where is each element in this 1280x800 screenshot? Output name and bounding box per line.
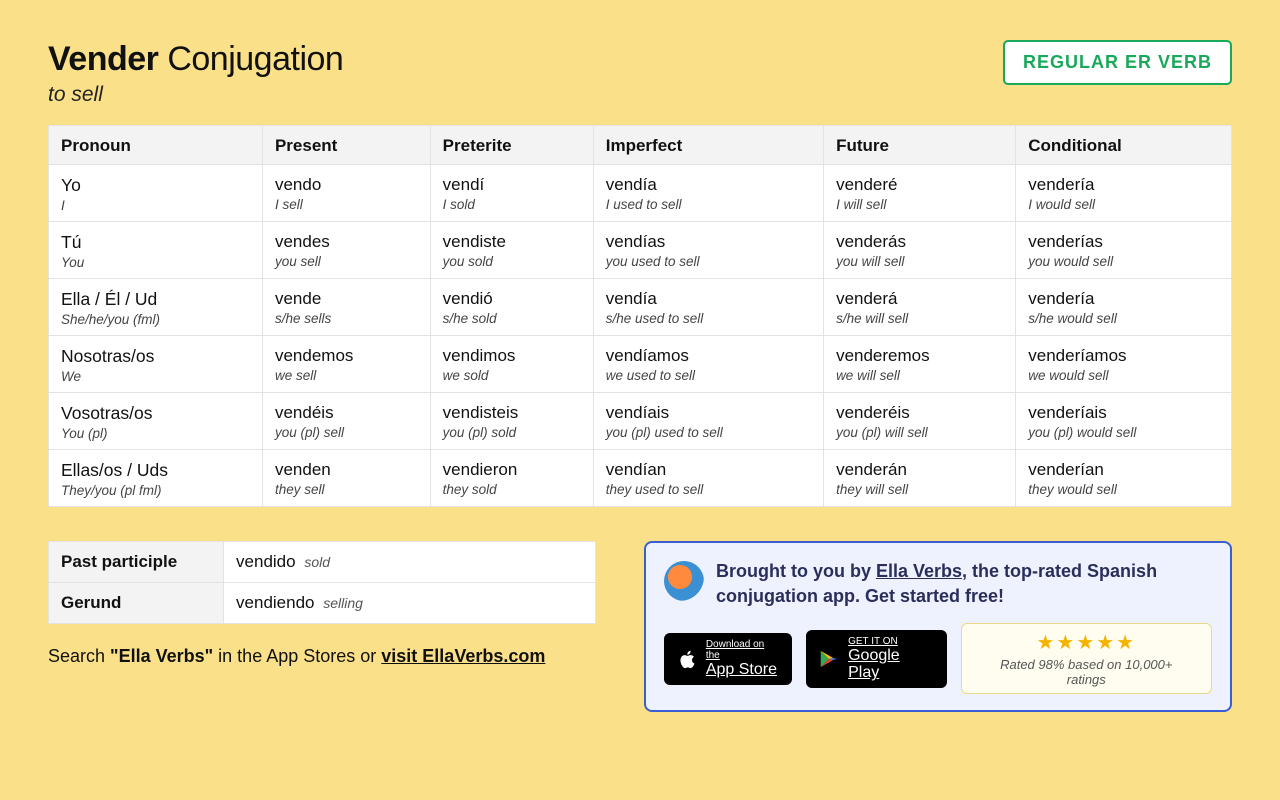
cell-imperfect: vendíanthey used to sell bbox=[593, 450, 823, 507]
cell-future: venderásyou will sell bbox=[824, 222, 1016, 279]
rating-text: Rated 98% based on 10,000+ ratings bbox=[980, 657, 1193, 687]
promo-card: Brought to you by Ella Verbs, the top-ra… bbox=[644, 541, 1232, 712]
search-instruction: Search "Ella Verbs" in the App Stores or… bbox=[48, 646, 596, 667]
participles-table: Past participle vendido sold Gerund vend… bbox=[48, 541, 596, 624]
col-present: Present bbox=[262, 126, 430, 165]
play-icon bbox=[818, 648, 840, 670]
ella-verbs-link[interactable]: Ella Verbs bbox=[876, 561, 962, 581]
cell-imperfect: vendíaI used to sell bbox=[593, 165, 823, 222]
cell-pronoun: YoI bbox=[49, 165, 263, 222]
cell-present: vendoI sell bbox=[262, 165, 430, 222]
col-imperfect: Imperfect bbox=[593, 126, 823, 165]
gerund-row: Gerund vendiendo selling bbox=[49, 583, 596, 624]
cell-preterite: vendieronthey sold bbox=[430, 450, 593, 507]
cell-conditional: venderíaisyou (pl) would sell bbox=[1016, 393, 1232, 450]
table-header-row: Pronoun Present Preterite Imperfect Futu… bbox=[49, 126, 1232, 165]
cell-preterite: vendiós/he sold bbox=[430, 279, 593, 336]
cell-future: venderás/he will sell bbox=[824, 279, 1016, 336]
table-row: Vosotras/osYou (pl)vendéisyou (pl) sellv… bbox=[49, 393, 1232, 450]
cell-conditional: venderías/he would sell bbox=[1016, 279, 1232, 336]
cell-conditional: venderíasyou would sell bbox=[1016, 222, 1232, 279]
left-column: Past participle vendido sold Gerund vend… bbox=[48, 541, 596, 667]
cell-conditional: venderíaI would sell bbox=[1016, 165, 1232, 222]
conjugation-table: Pronoun Present Preterite Imperfect Futu… bbox=[48, 125, 1232, 507]
star-icons: ★★★★★ bbox=[980, 630, 1193, 655]
verb-type-badge: REGULAR ER VERB bbox=[1003, 40, 1232, 85]
app-logo-icon bbox=[664, 561, 704, 601]
cell-imperfect: vendíaisyou (pl) used to sell bbox=[593, 393, 823, 450]
cell-pronoun: TúYou bbox=[49, 222, 263, 279]
cell-imperfect: vendíamoswe used to sell bbox=[593, 336, 823, 393]
promo-bottom: Download on theApp Store GET IT ONGoogle… bbox=[664, 623, 1212, 694]
table-row: YoIvendoI sellvendíI soldvendíaI used to… bbox=[49, 165, 1232, 222]
cell-future: venderánthey will sell bbox=[824, 450, 1016, 507]
past-participle-row: Past participle vendido sold bbox=[49, 542, 596, 583]
rating-box: ★★★★★ Rated 98% based on 10,000+ ratings bbox=[961, 623, 1212, 694]
lower-section: Past participle vendido sold Gerund vend… bbox=[48, 541, 1232, 712]
title-block: Vender Conjugation to sell bbox=[48, 40, 343, 107]
gerund-value: vendiendo selling bbox=[224, 583, 596, 624]
promo-top: Brought to you by Ella Verbs, the top-ra… bbox=[664, 559, 1212, 609]
table-row: Nosotras/osWevendemoswe sellvendimoswe s… bbox=[49, 336, 1232, 393]
promo-text: Brought to you by Ella Verbs, the top-ra… bbox=[716, 559, 1212, 609]
cell-pronoun: Ella / Él / UdShe/he/you (fml) bbox=[49, 279, 263, 336]
verb-name: Vender bbox=[48, 40, 158, 78]
cell-future: venderéisyou (pl) will sell bbox=[824, 393, 1016, 450]
cell-pronoun: Vosotras/osYou (pl) bbox=[49, 393, 263, 450]
cell-conditional: venderíamoswe would sell bbox=[1016, 336, 1232, 393]
cell-present: vendemoswe sell bbox=[262, 336, 430, 393]
past-participle-label: Past participle bbox=[49, 542, 224, 583]
verb-translation: to sell bbox=[48, 83, 343, 107]
cell-pronoun: Ellas/os / UdsThey/you (pl fml) bbox=[49, 450, 263, 507]
table-row: TúYouvendesyou sellvendisteyou soldvendí… bbox=[49, 222, 1232, 279]
cell-present: vendéisyou (pl) sell bbox=[262, 393, 430, 450]
cell-preterite: vendisteisyou (pl) sold bbox=[430, 393, 593, 450]
cell-imperfect: vendíasyou used to sell bbox=[593, 222, 823, 279]
col-conditional: Conditional bbox=[1016, 126, 1232, 165]
table-row: Ellas/os / UdsThey/you (pl fml)vendenthe… bbox=[49, 450, 1232, 507]
page-header: Vender Conjugation to sell REGULAR ER VE… bbox=[48, 40, 1232, 107]
col-future: Future bbox=[824, 126, 1016, 165]
table-row: Ella / Él / UdShe/he/you (fml)vendes/he … bbox=[49, 279, 1232, 336]
google-play-button[interactable]: GET IT ONGoogle Play bbox=[806, 630, 946, 688]
col-pronoun: Pronoun bbox=[49, 126, 263, 165]
visit-site-link[interactable]: visit EllaVerbs.com bbox=[381, 646, 545, 666]
cell-conditional: venderíanthey would sell bbox=[1016, 450, 1232, 507]
cell-pronoun: Nosotras/osWe bbox=[49, 336, 263, 393]
page-title: Vender Conjugation bbox=[48, 40, 343, 79]
col-preterite: Preterite bbox=[430, 126, 593, 165]
cell-present: vendenthey sell bbox=[262, 450, 430, 507]
cell-present: vendes/he sells bbox=[262, 279, 430, 336]
cell-future: venderemoswe will sell bbox=[824, 336, 1016, 393]
past-participle-value: vendido sold bbox=[224, 542, 596, 583]
cell-future: venderéI will sell bbox=[824, 165, 1016, 222]
cell-imperfect: vendías/he used to sell bbox=[593, 279, 823, 336]
app-store-button[interactable]: Download on theApp Store bbox=[664, 633, 792, 685]
cell-preterite: vendimoswe sold bbox=[430, 336, 593, 393]
title-suffix: Conjugation bbox=[167, 40, 343, 78]
apple-icon bbox=[676, 648, 698, 670]
cell-preterite: vendíI sold bbox=[430, 165, 593, 222]
cell-present: vendesyou sell bbox=[262, 222, 430, 279]
cell-preterite: vendisteyou sold bbox=[430, 222, 593, 279]
gerund-label: Gerund bbox=[49, 583, 224, 624]
